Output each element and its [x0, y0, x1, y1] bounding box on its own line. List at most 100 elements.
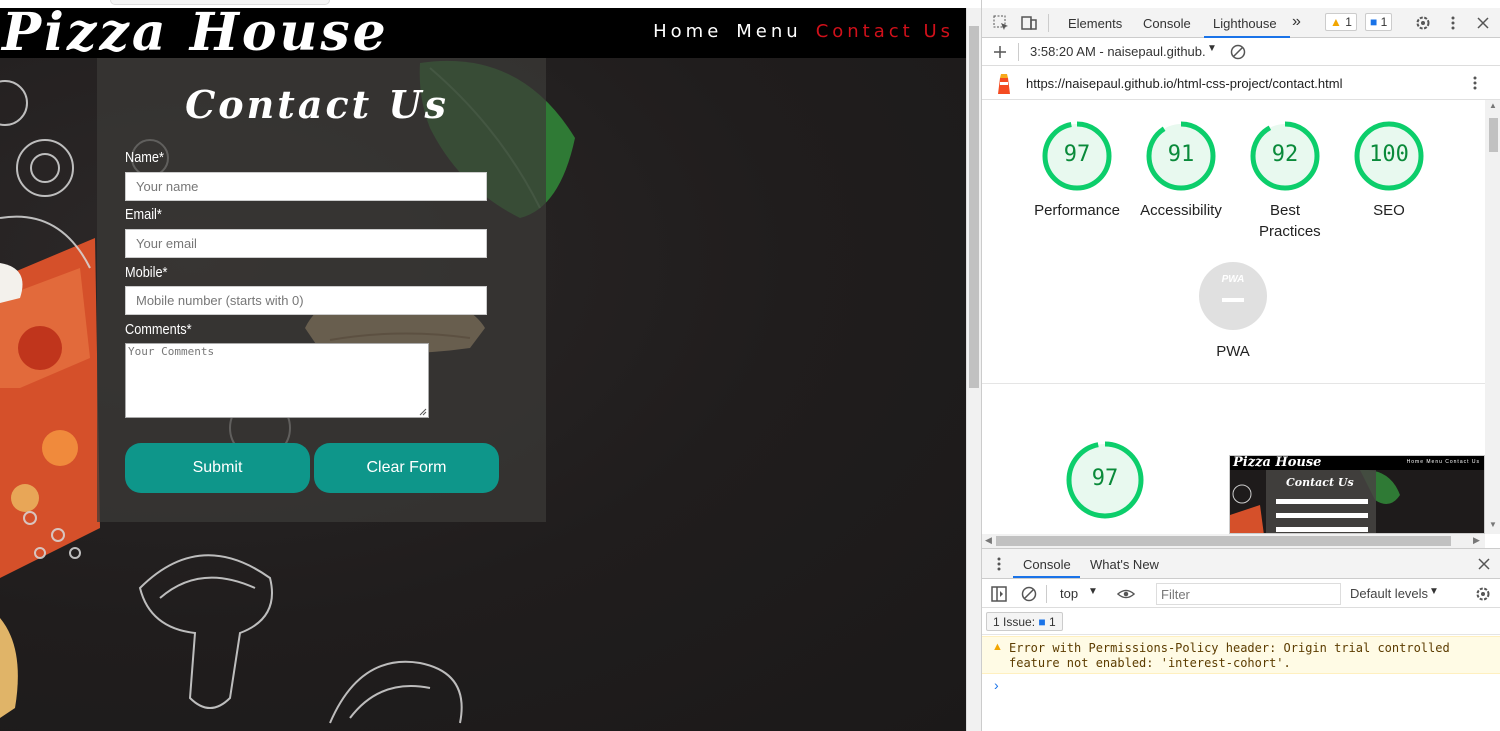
inspect-element-icon[interactable] [992, 14, 1010, 32]
email-label: Email* [125, 206, 162, 223]
message-icon: ■ [1370, 15, 1378, 29]
score-value: 97 [1091, 466, 1119, 491]
final-screenshot-thumbnail[interactable]: Pizza House Home Menu Contact Us Contact… [1229, 455, 1485, 534]
clear-reports-icon[interactable] [1229, 43, 1247, 61]
score-value: 100 [1369, 142, 1409, 167]
site-header: Pizza House Home Menu Contact Us [0, 2, 966, 63]
drawer-tab-whats-new[interactable]: What's New [1090, 557, 1159, 572]
pwa-label: PWA [1216, 343, 1250, 360]
context-dropdown-icon[interactable]: ▼ [1088, 586, 1098, 597]
report-vertical-scrollbar[interactable]: ▲ ▼ [1485, 100, 1500, 534]
nav-contact[interactable]: Contact Us [816, 21, 954, 42]
warning-icon: ▲ [1330, 15, 1342, 29]
thumbnail-brand: Pizza House [1233, 455, 1322, 470]
score-label-seo: SEO [1373, 202, 1405, 219]
device-toolbar-icon[interactable] [1020, 14, 1038, 32]
score-label-performance: Performance [1034, 202, 1120, 219]
issues-row: 1 Issue: ■ 1 [982, 608, 1500, 635]
settings-gear-icon[interactable] [1414, 14, 1432, 32]
log-levels-dropdown-icon[interactable]: ▼ [1429, 586, 1439, 597]
drawer-active-tab-indicator [1013, 576, 1080, 578]
console-settings-gear-icon[interactable] [1474, 585, 1492, 603]
mobile-label: Mobile* [125, 264, 168, 281]
warning-text: Error with Permissions-Policy header: Or… [1009, 641, 1450, 670]
nav-home[interactable]: Home [653, 21, 722, 42]
pwa-badge-text: PWA [1221, 274, 1245, 285]
report-hscroll-thumb[interactable] [996, 536, 1451, 546]
devtools-tabbar: Elements Console Lighthouse » ▲ 1 ■ 1 [982, 8, 1500, 38]
drawer-menu-icon[interactable] [990, 555, 1008, 573]
pwa-badge[interactable]: PWA [1197, 260, 1269, 332]
score-gauge-seo[interactable]: 100 [1353, 120, 1425, 192]
close-devtools-icon[interactable] [1474, 14, 1492, 32]
lighthouse-logo-icon [998, 74, 1010, 94]
scroll-up-arrow-icon[interactable]: ▲ [1489, 101, 1497, 110]
submit-button[interactable]: Submit [125, 443, 310, 493]
scroll-down-arrow-icon[interactable]: ▼ [1489, 520, 1497, 529]
console-prompt[interactable]: › [994, 677, 999, 693]
site-logo[interactable]: Pizza House [2, 2, 389, 63]
comments-textarea[interactable] [125, 343, 429, 418]
mobile-input[interactable] [125, 286, 487, 315]
scroll-right-arrow-icon[interactable]: ▶ [1473, 535, 1480, 546]
contact-form-card: Contact Us Name* Email* Mobile* Comments… [97, 58, 546, 522]
nav-menu[interactable]: Menu [736, 21, 801, 42]
drawer-tabbar: Console What's New [982, 549, 1500, 579]
report-menu-icon[interactable] [1466, 74, 1484, 92]
console-drawer: Console What's New top ▼ Default levels … [982, 548, 1500, 731]
name-input[interactable] [125, 172, 487, 201]
score-label-best-practices: Best Practices [1259, 202, 1321, 240]
issues-label: 1 Issue: [993, 615, 1036, 629]
clear-console-icon[interactable] [1020, 585, 1038, 603]
email-input[interactable] [125, 229, 487, 258]
score-value: 92 [1271, 142, 1299, 167]
thumbnail-card: Contact Us [1266, 470, 1376, 533]
messages-count: 1 [1380, 15, 1388, 29]
log-levels-dropdown[interactable]: Default levels [1350, 586, 1428, 601]
sidebar-toggle-icon[interactable] [990, 585, 1008, 603]
context-selector[interactable]: top [1060, 586, 1078, 601]
drawer-tab-console[interactable]: Console [1023, 557, 1071, 572]
form-title: Contact Us [185, 82, 449, 127]
tab-console[interactable]: Console [1143, 16, 1191, 31]
kebab-menu-icon[interactable] [1444, 14, 1462, 32]
warnings-count: 1 [1345, 15, 1352, 29]
page-scrollbar[interactable] [966, 8, 981, 731]
issue-message-icon: ■ [1038, 615, 1046, 629]
screenshot-root: Pizza House Home Menu Contact Us Contact… [0, 0, 1500, 731]
comments-label: Comments* [125, 321, 192, 338]
page-scrollbar-thumb[interactable] [969, 26, 979, 388]
messages-badge[interactable]: ■ 1 [1365, 13, 1393, 31]
report-scroll-thumb[interactable] [1489, 118, 1498, 152]
eye-live-expression-icon[interactable] [1117, 585, 1135, 603]
report-dropdown-icon[interactable]: ▼ [1207, 43, 1217, 54]
report-url[interactable]: https://naisepaul.github.io/html-css-pro… [1026, 76, 1342, 91]
tab-lighthouse[interactable]: Lighthouse [1213, 16, 1277, 31]
scroll-left-arrow-icon[interactable]: ◀ [985, 535, 992, 546]
report-divider [982, 383, 1485, 384]
warnings-badge[interactable]: ▲ 1 [1325, 13, 1357, 31]
performance-detail-gauge[interactable]: 97 [1065, 440, 1145, 520]
more-tabs-button[interactable]: » [1292, 13, 1301, 31]
close-drawer-icon[interactable] [1475, 555, 1493, 573]
tab-elements[interactable]: Elements [1068, 16, 1122, 31]
new-report-plus-icon[interactable] [991, 43, 1009, 61]
lighthouse-toolbar: 3:58:20 AM - naisepaul.github. ▼ [982, 38, 1500, 66]
thumbnail-title: Contact Us [1286, 476, 1354, 489]
issues-badge[interactable]: 1 Issue: ■ 1 [986, 612, 1063, 631]
console-toolbar: top ▼ Default levels ▼ [982, 580, 1500, 608]
report-horizontal-scrollbar[interactable]: ◀ ▶ [982, 534, 1485, 548]
score-gauge-accessibility[interactable]: 91 [1145, 120, 1217, 192]
pwa-gauge-ring [1199, 262, 1267, 330]
score-value: 97 [1063, 142, 1091, 167]
console-warning-message[interactable]: ▲ Error with Permissions-Policy header: … [982, 636, 1500, 674]
clear-form-button[interactable]: Clear Form [314, 443, 499, 493]
score-label-accessibility: Accessibility [1140, 202, 1222, 219]
score-gauge-performance[interactable]: 97 [1041, 120, 1113, 192]
devtools-panel: Elements Console Lighthouse » ▲ 1 ■ 1 3:… [981, 0, 1500, 731]
score-gauge-best-practices[interactable]: 92 [1249, 120, 1321, 192]
console-filter-input[interactable] [1156, 583, 1341, 605]
report-selector[interactable]: 3:58:20 AM - naisepaul.github. [1030, 44, 1206, 59]
warning-triangle-icon: ▲ [992, 641, 1003, 653]
score-value: 91 [1167, 142, 1195, 167]
